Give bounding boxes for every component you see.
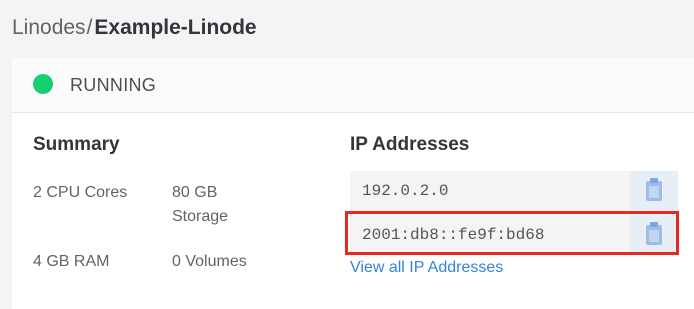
ipv4-address[interactable]: 192.0.2.0 [362, 181, 448, 201]
ip-address-row-ipv4: 192.0.2.0 [350, 171, 678, 211]
breadcrumb-linodes-link[interactable]: Linodes [12, 16, 86, 39]
clipboard-icon [646, 222, 662, 245]
summary-panel: Summary 2 CPU Cores 80 GB Storage 4 GB R… [12, 113, 694, 309]
clipboard-icon [646, 178, 662, 201]
page-title: Example-Linode [94, 16, 257, 39]
status-label: RUNNING [70, 75, 157, 95]
copy-ipv6-button[interactable] [630, 215, 678, 255]
view-all-ip-addresses-link[interactable]: View all IP Addresses [350, 258, 503, 278]
volumes-value: 0 Volumes [172, 253, 247, 270]
summary-heading: Summary [33, 134, 120, 155]
ram-value: 4 GB RAM [33, 253, 110, 270]
storage-value: 80 GB Storage [172, 184, 229, 225]
status-indicator-icon [33, 74, 53, 94]
ip-addresses-heading: IP Addresses [350, 134, 470, 155]
breadcrumb: Linodes/Example-Linode [12, 14, 257, 42]
ip-address-row-ipv6: 2001:db8::fe9f:bd68 [350, 215, 678, 255]
ipv6-address[interactable]: 2001:db8::fe9f:bd68 [362, 225, 544, 245]
breadcrumb-separator: / [86, 16, 93, 39]
copy-ipv4-button[interactable] [630, 171, 678, 211]
status-bar: RUNNING [12, 58, 694, 113]
cpu-cores-value: 2 CPU Cores [33, 184, 128, 201]
